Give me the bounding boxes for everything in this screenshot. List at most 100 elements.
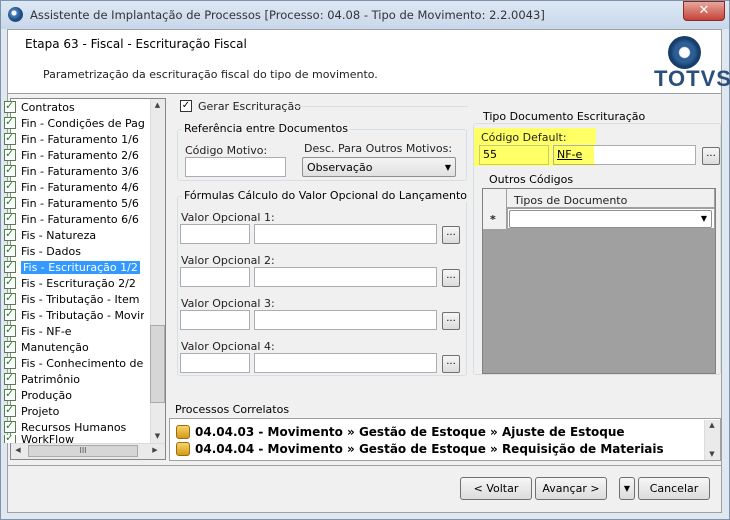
valor-opcional-2-lookup-button[interactable]: ... bbox=[442, 269, 460, 287]
desc-outros-motivos-select[interactable]: Observação ▼ bbox=[302, 157, 456, 177]
valor-opcional-3-code-input[interactable] bbox=[180, 310, 250, 330]
step-item-label: Recursos Humanos bbox=[21, 420, 127, 434]
check-icon bbox=[4, 195, 16, 209]
chevron-down-icon: ▼ bbox=[700, 214, 707, 223]
scroll-up-arrow-icon[interactable]: ▲ bbox=[704, 421, 720, 429]
related-process-item[interactable]: 04.04.04 - Movimento » Gestão de Estoque… bbox=[176, 441, 664, 457]
step-item-label: WorkFlow bbox=[21, 435, 74, 443]
codigo-default-label: Código Default: bbox=[481, 131, 567, 144]
cancel-button[interactable]: Cancelar bbox=[638, 477, 710, 500]
step-item[interactable]: Fin - Faturamento 6/6 bbox=[4, 211, 144, 227]
valor-opcional-2-label: Valor Opcional 2: bbox=[181, 254, 275, 267]
desc-outros-motivos-value: Observação bbox=[307, 161, 373, 174]
step-item[interactable]: Fis - Conhecimento de T bbox=[4, 355, 144, 371]
codigo-default-desc[interactable]: NF-e bbox=[553, 145, 696, 165]
valor-opcional-1-code-input[interactable] bbox=[180, 224, 250, 244]
tipo-documento-title: Tipo Documento Escrituração bbox=[481, 110, 648, 123]
check-icon bbox=[4, 371, 16, 385]
related-process-item[interactable]: 04.04.03 - Movimento » Gestão de Estoque… bbox=[176, 424, 625, 440]
chevron-down-icon: ▼ bbox=[444, 163, 451, 172]
valor-opcional-4-label: Valor Opcional 4: bbox=[181, 340, 275, 353]
step-item[interactable]: Fin - Faturamento 2/6 bbox=[4, 147, 144, 163]
related-process-label: 04.04.04 - Movimento » Gestão de Estoque… bbox=[195, 442, 664, 456]
step-item[interactable]: Contratos bbox=[4, 99, 144, 115]
step-item[interactable]: Fis - Escrituração 2/2 bbox=[4, 275, 144, 291]
step-item[interactable]: Projeto bbox=[4, 403, 144, 419]
step-item[interactable]: Fin - Faturamento 3/6 bbox=[4, 163, 144, 179]
step-item-selected[interactable]: Fis - Escrituração 1/2 bbox=[4, 259, 144, 275]
step-item-label: Fin - Faturamento 3/6 bbox=[21, 164, 139, 178]
check-icon bbox=[4, 163, 16, 177]
scroll-right-arrow-icon[interactable]: ▶ bbox=[149, 446, 161, 454]
scroll-down-arrow-icon[interactable]: ▼ bbox=[150, 432, 165, 440]
scroll-down-arrow-icon[interactable]: ▼ bbox=[704, 450, 720, 458]
tipos-documento-column-header[interactable]: Tipos de Documento bbox=[514, 194, 627, 207]
step-item[interactable]: Fis - Natureza bbox=[4, 227, 144, 243]
valor-opcional-4-code-input[interactable] bbox=[180, 353, 250, 373]
step-item[interactable]: Fin - Faturamento 4/6 bbox=[4, 179, 144, 195]
check-icon bbox=[4, 323, 16, 337]
step-item-label: Fis - Natureza bbox=[21, 228, 97, 242]
check-icon bbox=[4, 355, 16, 369]
close-button[interactable]: ✕ bbox=[683, 1, 725, 21]
valor-opcional-4-desc-input[interactable] bbox=[254, 353, 437, 373]
options-dropdown-button[interactable]: ▼ bbox=[619, 477, 635, 500]
valor-opcional-2-desc-input[interactable] bbox=[254, 267, 437, 287]
step-item-label: Projeto bbox=[21, 404, 60, 418]
step-item[interactable]: Recursos Humanos bbox=[4, 419, 144, 435]
codigo-motivo-input[interactable] bbox=[185, 157, 286, 177]
process-icon bbox=[176, 425, 190, 439]
check-icon bbox=[4, 243, 16, 257]
footer-divider bbox=[8, 465, 721, 466]
step-item[interactable]: Fin - Faturamento 1/6 bbox=[4, 131, 144, 147]
step-item-label: Fis - NF-e bbox=[21, 324, 72, 338]
scroll-up-arrow-icon[interactable]: ▲ bbox=[150, 101, 165, 109]
step-item[interactable]: Fis - Tributação - Movim bbox=[4, 307, 144, 323]
step-item[interactable]: Fin - Condições de Paga bbox=[4, 115, 144, 131]
step-item-label: Fin - Faturamento 2/6 bbox=[21, 148, 139, 162]
scroll-left-arrow-icon[interactable]: ◀ bbox=[12, 446, 24, 454]
tipos-documento-select[interactable]: ▼ bbox=[509, 210, 712, 228]
valor-opcional-2-code-input[interactable] bbox=[180, 267, 250, 287]
step-item[interactable]: Produção bbox=[4, 387, 144, 403]
valor-opcional-1-lookup-button[interactable]: ... bbox=[442, 226, 460, 244]
related-processes-title: Processos Correlatos bbox=[169, 399, 721, 419]
codigo-default-input[interactable]: 55 bbox=[479, 145, 549, 165]
sidebar-hscroll-thumb[interactable]: III bbox=[28, 445, 138, 457]
check-icon bbox=[4, 115, 16, 129]
back-button[interactable]: < Voltar bbox=[460, 477, 532, 500]
next-button[interactable]: Avançar > bbox=[535, 477, 607, 500]
check-icon bbox=[4, 211, 16, 225]
step-item[interactable]: Manutenção bbox=[4, 339, 144, 355]
step-item-label: Fis - Conhecimento de T bbox=[21, 356, 144, 370]
step-item-label: Manutenção bbox=[21, 340, 89, 354]
step-item-label: Contratos bbox=[21, 100, 75, 114]
step-description: Parametrização da escrituração fiscal do… bbox=[43, 68, 378, 81]
step-item-label: Fis - Tributação - Item bbox=[21, 292, 140, 306]
referencia-title: Referência entre Documentos bbox=[182, 122, 350, 135]
check-icon bbox=[4, 339, 16, 353]
gerar-escrituracao-checkbox[interactable]: ✓ bbox=[180, 100, 192, 112]
step-item-label: Fin - Faturamento 5/6 bbox=[21, 196, 139, 210]
step-item[interactable]: WorkFlow bbox=[4, 435, 144, 443]
step-item-label: Fin - Faturamento 1/6 bbox=[21, 132, 139, 146]
codigo-default-lookup-button[interactable]: ... bbox=[702, 147, 720, 165]
step-item[interactable]: Fin - Faturamento 5/6 bbox=[4, 195, 144, 211]
step-title: Etapa 63 - Fiscal - Escrituração Fiscal bbox=[25, 37, 247, 51]
valor-opcional-4-lookup-button[interactable]: ... bbox=[442, 355, 460, 373]
step-item[interactable]: Fis - NF-e bbox=[4, 323, 144, 339]
check-icon bbox=[4, 291, 16, 305]
step-item-label: Fin - Condições de Paga bbox=[21, 116, 144, 130]
step-item-label: Produção bbox=[21, 388, 72, 402]
step-item[interactable]: Fis - Tributação - Item bbox=[4, 291, 144, 307]
valor-opcional-1-desc-input[interactable] bbox=[254, 224, 437, 244]
step-item-label: Fis - Escrituração 1/2 bbox=[21, 260, 140, 274]
step-item[interactable]: Patrimônio bbox=[4, 371, 144, 387]
new-row-marker: * bbox=[490, 213, 496, 226]
sidebar-scroll-thumb[interactable] bbox=[150, 325, 165, 403]
step-item[interactable]: Fis - Dados bbox=[4, 243, 144, 259]
valor-opcional-3-lookup-button[interactable]: ... bbox=[442, 312, 460, 330]
valor-opcional-3-label: Valor Opcional 3: bbox=[181, 297, 275, 310]
valor-opcional-3-desc-input[interactable] bbox=[254, 310, 437, 330]
process-icon bbox=[176, 442, 190, 456]
